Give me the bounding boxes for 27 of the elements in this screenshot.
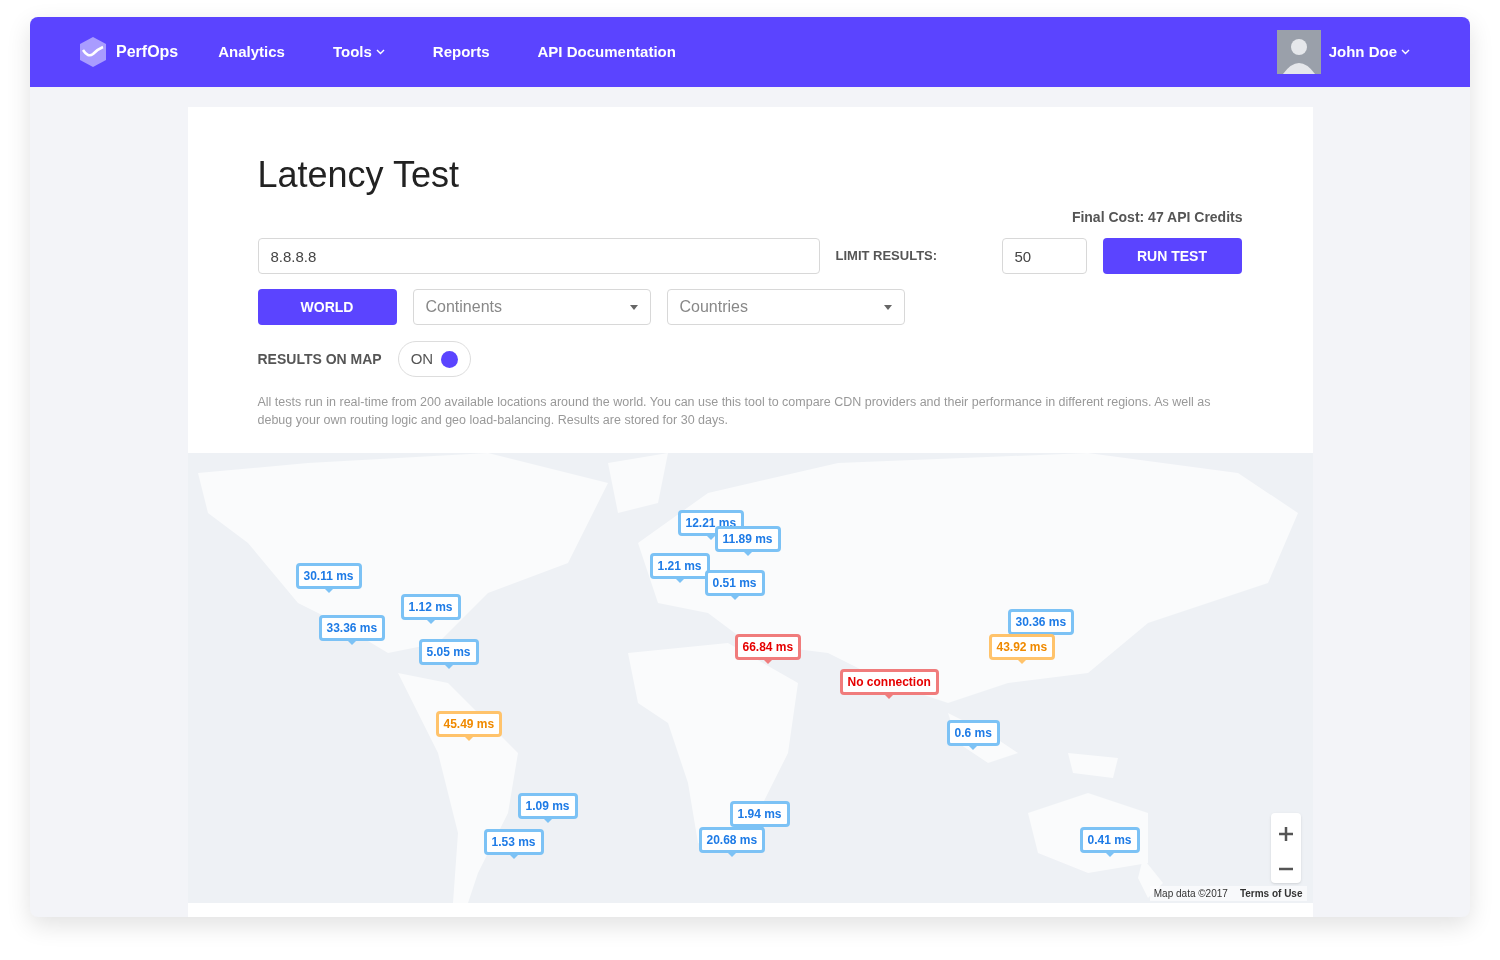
zoom-in-icon[interactable]	[1277, 825, 1294, 842]
nav-link[interactable]: Tools	[332, 40, 385, 64]
final-cost: Final Cost: 47 API Credits	[1071, 208, 1243, 227]
description: All tests run in real-time from 200 available locations around the world. You can use this tool to compare CDN providers and their performance in different regions. As well as debug your own routing logic and geo load-balancing. Results are stored for 30 days.	[257, 394, 1212, 429]
nav-link[interactable]: Reports	[432, 40, 490, 64]
limit-input[interactable]: 50	[1001, 238, 1087, 274]
target-input[interactable]: 8.8.8.8	[257, 238, 820, 274]
terms-link[interactable]: Terms of Use	[1239, 886, 1303, 901]
nav-link[interactable]: Analytics	[218, 40, 285, 64]
zoom-out-icon[interactable]	[1277, 866, 1294, 871]
caret-icon	[1401, 49, 1410, 55]
brand-name[interactable]: PerfOps	[116, 40, 179, 64]
caret-icon	[375, 49, 385, 55]
latency-marker[interactable]: 30.36 ms	[1007, 609, 1075, 635]
page-title: Latency Test	[257, 153, 460, 197]
limit-label: LIMIT RESULTS:	[835, 247, 939, 266]
user-menu[interactable]: John Doe	[1328, 40, 1410, 64]
run-test-button[interactable]: RUN TEST	[1102, 238, 1242, 274]
continents-select[interactable]: Continents	[412, 289, 651, 325]
avatar-icon	[1276, 30, 1321, 74]
world-button[interactable]: WORLD	[257, 289, 397, 325]
results-on-map-label: RESULTS ON MAP	[257, 349, 382, 369]
map-attribution: Map data ©2017	[1153, 887, 1228, 901]
latency-marker[interactable]: 1.94 ms	[729, 801, 790, 827]
nav-link[interactable]: API Documentation	[537, 40, 676, 64]
countries-select[interactable]: Countries	[666, 289, 905, 325]
logo-icon	[78, 36, 108, 68]
